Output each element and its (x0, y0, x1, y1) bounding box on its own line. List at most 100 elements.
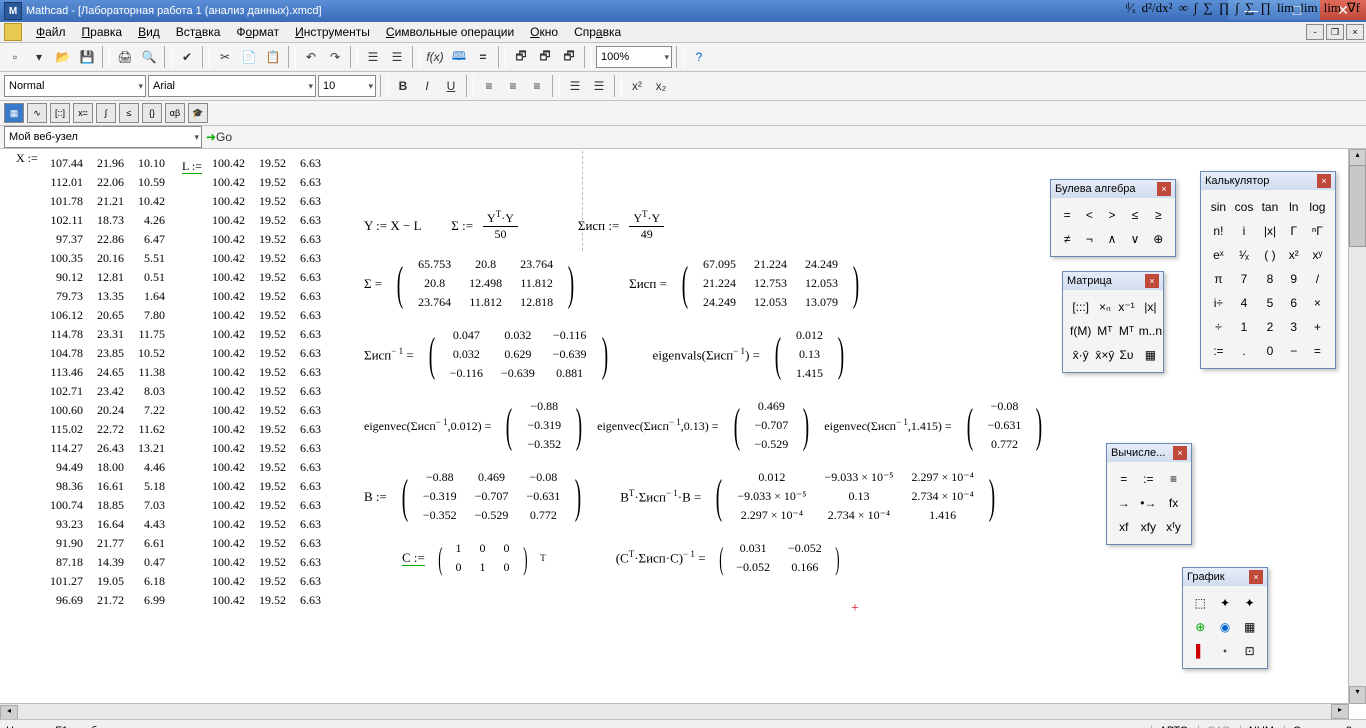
bold-icon[interactable]: B (392, 75, 414, 97)
unit-icon[interactable]: 🕮 (448, 46, 470, 68)
cut-icon[interactable]: ✂ (214, 46, 236, 68)
eigenvals-vec: (0.0120.131.415) (770, 325, 849, 384)
menu-file[interactable]: Файл (28, 23, 74, 41)
web-combo[interactable]: Мой веб-узел (4, 126, 202, 148)
lim3-icon[interactable]: lim (1324, 0, 1341, 16)
spell-icon[interactable]: ✔ (176, 46, 198, 68)
ref3-icon[interactable]: 🗗 (558, 46, 580, 68)
boolean-palette[interactable]: Булева алгебра× =<>≤≥≠¬∧∨⊕ (1050, 179, 1176, 257)
menu-help[interactable]: Справка (566, 23, 629, 41)
ref2-icon[interactable]: 🗗 (534, 46, 556, 68)
eval-palette[interactable]: Вычисле...× =:=≡→•→fxxfxfyxᶠy (1106, 443, 1192, 545)
eval-close-icon[interactable]: × (1173, 446, 1187, 460)
prog-palette-icon[interactable]: {} (142, 103, 162, 123)
menu-format[interactable]: Формат (228, 23, 287, 41)
menu-insert[interactable]: Вставка (168, 23, 229, 41)
matrix-palette[interactable]: Матрица× [:::]×ₙx⁻¹|x|f(M)MᵀMᵀm..nx̄·ȳx̄… (1062, 271, 1164, 373)
menu-window[interactable]: Окно (522, 23, 566, 41)
prod2-icon[interactable]: ∏ (1260, 0, 1271, 16)
int2-icon[interactable]: ∫ (1235, 0, 1239, 16)
lim-icon[interactable]: lim (1277, 0, 1294, 16)
eval-palette-icon[interactable]: x= (73, 103, 93, 123)
font-combo[interactable]: Arial (148, 75, 316, 97)
calculator-palette[interactable]: Калькулятор× sincostanlnlogn!i|x|ΓⁿΓeˣ¹⁄… (1200, 171, 1336, 369)
deriv-icon[interactable]: ᵈ⁄ₓ (1126, 0, 1136, 16)
graph-close-icon[interactable]: × (1249, 570, 1263, 584)
prod-icon[interactable]: ∏ (1219, 0, 1230, 16)
align2-icon[interactable]: ☰ (386, 46, 408, 68)
undo-icon[interactable]: ↶ (300, 46, 322, 68)
B-label: B := (364, 489, 387, 505)
new-dd-icon[interactable]: ▾ (28, 46, 50, 68)
menu-view[interactable]: Вид (130, 23, 168, 41)
scroll-left-icon[interactable]: ◂ (0, 705, 18, 719)
doc-close[interactable]: × (1346, 24, 1364, 40)
equations-area: Y := X − L Σ := YT·Y50 Σисп := YT·Y49 Σ … (364, 209, 1047, 590)
math-ops-toolbar: ᵈ⁄ₓ d²/dx² ∞ ∫ ∑ ∏ ∫ ∑ ∏ lim lim lim ∇f (1126, 0, 1360, 16)
infty-icon[interactable]: ∞ (1179, 0, 1188, 16)
fx-icon[interactable]: f(x) (424, 46, 446, 68)
print-icon[interactable]: 🖨 (114, 46, 136, 68)
deriv2-icon[interactable]: d²/dx² (1142, 0, 1173, 16)
doc-minimize[interactable]: - (1306, 24, 1324, 40)
save-icon[interactable]: 💾 (76, 46, 98, 68)
bullets-icon[interactable]: ☰ (564, 75, 586, 97)
size-combo[interactable]: 10 (318, 75, 376, 97)
scroll-thumb[interactable] (1349, 165, 1366, 247)
align-left-icon[interactable]: ≡ (478, 75, 500, 97)
graph-palette[interactable]: График× ⬚✦✦ ⊕◉▦ ▌﹡⊡ (1182, 567, 1268, 669)
graph-body[interactable]: ⬚✦✦ ⊕◉▦ ▌﹡⊡ (1187, 590, 1263, 664)
scroll-right-icon[interactable]: ▸ (1331, 704, 1349, 719)
sym-palette-icon[interactable]: 🎓 (188, 103, 208, 123)
sigma-eq-label: Σ = (364, 276, 382, 292)
zoom-combo[interactable]: 100% (596, 46, 672, 68)
doc-icon (4, 23, 22, 41)
paste-icon[interactable]: 📋 (262, 46, 284, 68)
bool-close-icon[interactable]: × (1157, 182, 1171, 196)
new-icon[interactable]: ▫ (4, 46, 26, 68)
go-button[interactable]: ➜Go (208, 126, 230, 148)
grad-icon[interactable]: ∇f (1347, 0, 1360, 16)
calculator-palette-icon[interactable]: ▦ (4, 103, 24, 123)
workspace[interactable]: X := 107.4421.9610.10112.0122.0610.59101… (0, 149, 1366, 719)
doc-restore[interactable]: ❐ (1326, 24, 1344, 40)
preview-icon[interactable]: 🔍 (138, 46, 160, 68)
sub-icon[interactable]: x₂ (650, 75, 672, 97)
help-icon[interactable]: ? (688, 46, 710, 68)
align-right-icon[interactable]: ≡ (526, 75, 548, 97)
horizontal-scrollbar[interactable]: ◂ ▸ (0, 703, 1349, 719)
int-icon[interactable]: ∫ (1194, 0, 1198, 16)
sum2-icon[interactable]: ∑ (1245, 0, 1254, 16)
open-icon[interactable]: 📂 (52, 46, 74, 68)
calc-icon[interactable]: = (472, 46, 494, 68)
calc-close-icon[interactable]: × (1317, 174, 1331, 188)
D-matrix: (0.012−9.033 × 10⁻⁵2.297 × 10⁻⁴−9.033 × … (711, 467, 999, 526)
graph-palette-icon[interactable]: ∿ (27, 103, 47, 123)
style-combo[interactable]: Normal (4, 75, 146, 97)
matrix-palette-icon[interactable]: [::] (50, 103, 70, 123)
bool-palette-icon[interactable]: ≤ (119, 103, 139, 123)
numbers-icon[interactable]: ☰ (588, 75, 610, 97)
menu-edit[interactable]: Правка (74, 23, 131, 41)
calc-palette-icon[interactable]: ∫ (96, 103, 116, 123)
align-icon[interactable]: ☰ (362, 46, 384, 68)
scroll-down-icon[interactable]: ▾ (1349, 686, 1366, 704)
menu-symbolic[interactable]: Символьные операции (378, 23, 522, 41)
lim2-icon[interactable]: lim (1300, 0, 1317, 16)
underline-icon[interactable]: U (440, 75, 462, 97)
redo-icon[interactable]: ↷ (324, 46, 346, 68)
format-toolbar: Normal Arial 10 B I U ≡ ≡ ≡ ☰ ☰ x² x₂ (0, 72, 1366, 101)
matrix-X: X := 107.4421.9610.10112.0122.0610.59101… (42, 153, 173, 611)
sum-icon[interactable]: ∑ (1203, 0, 1212, 16)
vertical-scrollbar[interactable]: ▴ ▾ (1348, 149, 1366, 704)
x-label: X := (16, 151, 38, 166)
matrix-close-icon[interactable]: × (1145, 274, 1159, 288)
ref1-icon[interactable]: 🗗 (510, 46, 532, 68)
evec1: (−0.88−0.319−0.352) (501, 396, 587, 455)
super-icon[interactable]: x² (626, 75, 648, 97)
greek-palette-icon[interactable]: αβ (165, 103, 185, 123)
copy-icon[interactable]: 📄 (238, 46, 260, 68)
align-center-icon[interactable]: ≡ (502, 75, 524, 97)
italic-icon[interactable]: I (416, 75, 438, 97)
menu-tools[interactable]: Инструменты (287, 23, 378, 41)
